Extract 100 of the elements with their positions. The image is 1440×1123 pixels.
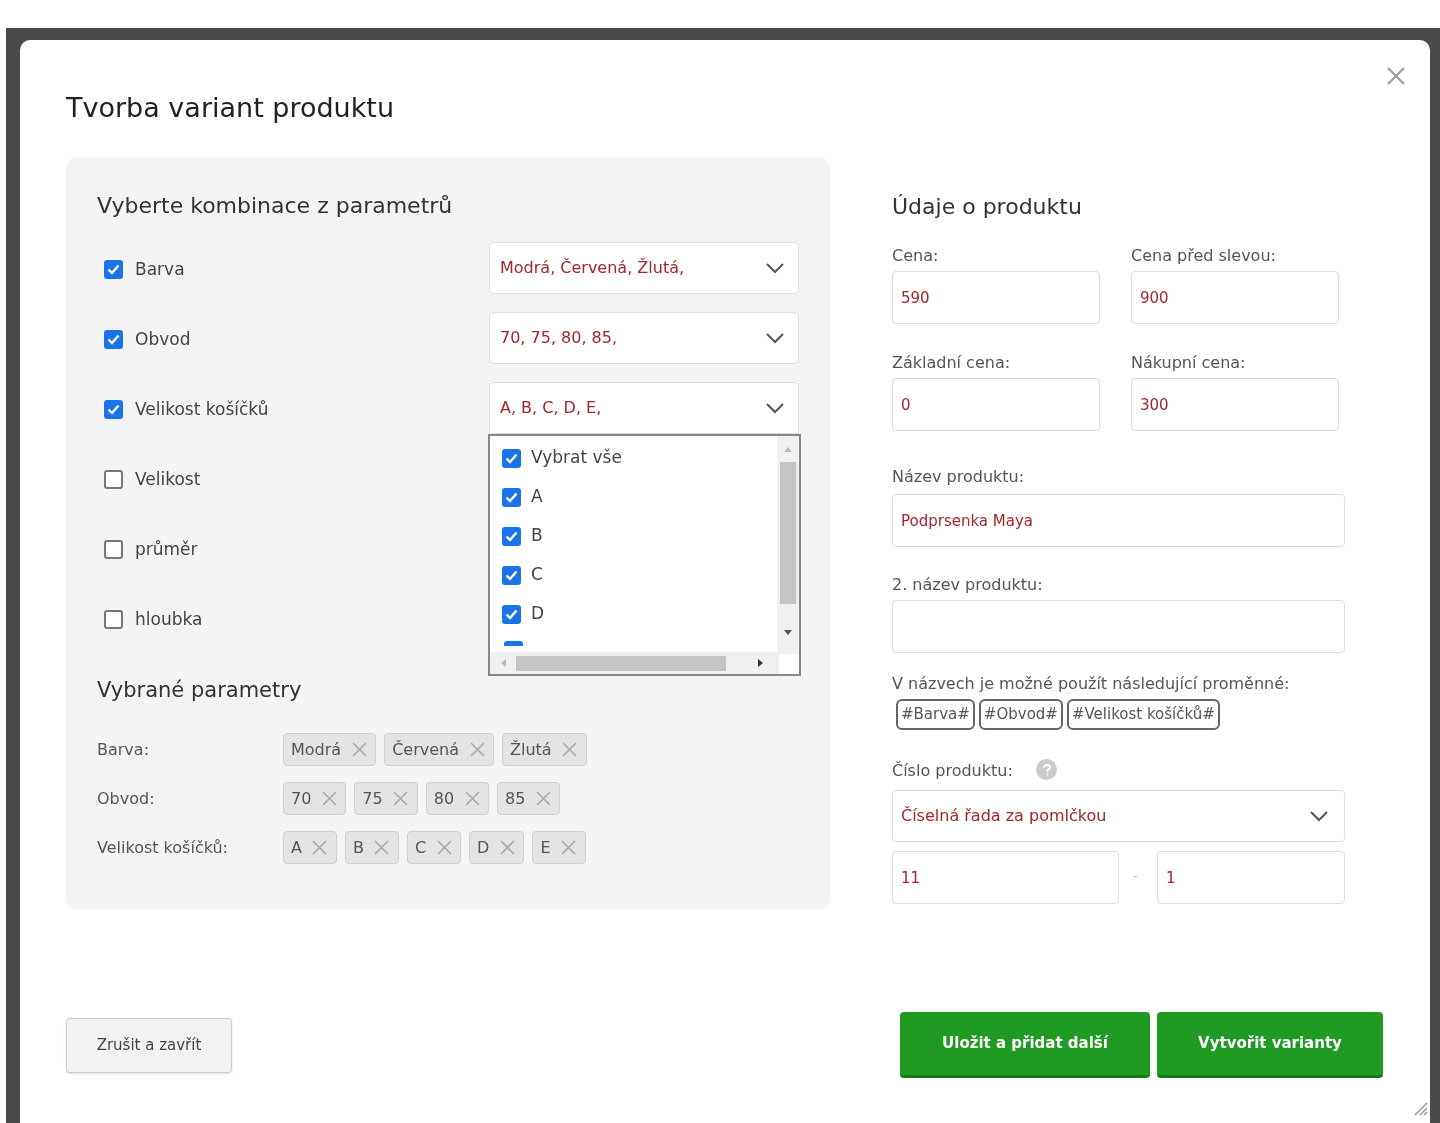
dropdown-item[interactable]: C (502, 563, 622, 587)
select-value: Číselná řada za pomlčkou (901, 805, 1107, 827)
tag-label: D (477, 836, 490, 859)
remove-button[interactable] (373, 839, 390, 856)
remove-button[interactable] (392, 790, 409, 807)
input-field[interactable]: 1 (1157, 851, 1345, 904)
resize-handle[interactable] (1412, 1100, 1428, 1116)
tag-label: Červená (392, 738, 459, 761)
chevron-down-icon (766, 262, 784, 274)
input-field[interactable] (892, 600, 1345, 653)
remove-button[interactable] (436, 839, 453, 856)
tag-label: 80 (433, 787, 455, 810)
dropdown-item[interactable]: D (502, 602, 622, 626)
checkbox[interactable] (502, 526, 521, 546)
remove-button[interactable] (321, 790, 338, 807)
field-label: Název produktu: (892, 466, 1025, 488)
select-field[interactable]: Číselná řada za pomlčkou (892, 790, 1345, 842)
parameter-label: Barva (135, 258, 185, 281)
cancel-button[interactable]: Zrušit a zavřít (66, 1018, 232, 1073)
tag-label: A (291, 836, 302, 859)
close-icon (393, 791, 409, 806)
section-heading: Údaje o produktu (892, 193, 1082, 221)
input-field[interactable]: 900 (1131, 271, 1339, 324)
tag-label: 70 (291, 787, 312, 810)
parameter-label: Velikost (135, 468, 201, 491)
variable-chip[interactable]: #Barva# (896, 699, 975, 730)
field-label: Nákupní cena: (1131, 352, 1246, 374)
field-label: 2. název produktu: (892, 574, 1043, 596)
checkbox[interactable] (502, 487, 521, 507)
help-icon[interactable] (1036, 759, 1057, 780)
select-field[interactable]: A, B, C, D, E, (489, 382, 799, 434)
tag-label: C (414, 836, 427, 859)
close-icon (535, 791, 551, 806)
separator-text: - (1133, 867, 1138, 885)
parameter-label: Velikost košíčků (135, 398, 269, 421)
tag-label: B (352, 836, 364, 859)
parameter-label: Velikost košíčků: (97, 837, 228, 859)
remove-button[interactable] (499, 839, 516, 856)
remove-button[interactable] (351, 741, 368, 758)
parameter-label: průměr (135, 538, 198, 561)
parameter-label: hloubka (135, 608, 203, 631)
close-icon (374, 840, 390, 855)
dropdown-item[interactable]: A (502, 485, 622, 509)
section-heading: Vyberte kombinace z parametrů (97, 192, 453, 220)
dropdown-item[interactable]: Vybrat vše (502, 446, 622, 470)
create-button[interactable]: Vytvořit varianty (1157, 1012, 1383, 1078)
select-field[interactable]: Modrá, Červená, Žlutá, (489, 242, 799, 294)
tag-label: 75 (362, 787, 383, 810)
input-field[interactable]: 11 (892, 851, 1119, 904)
select-field[interactable]: 70, 75, 80, 85, (489, 312, 799, 364)
checkbox[interactable] (502, 604, 521, 624)
remove-button[interactable] (560, 839, 577, 856)
remove-button[interactable] (535, 790, 552, 807)
remove-button[interactable] (561, 741, 578, 758)
close-icon (464, 791, 480, 806)
close-icon (436, 840, 452, 855)
close-icon (321, 791, 337, 806)
input-field[interactable]: 0 (892, 378, 1100, 431)
dialog-title: Tvorba variant produktu (66, 91, 395, 125)
field-label: Základní cena: (892, 352, 1011, 374)
vertical-scrollbar[interactable] (777, 436, 799, 654)
close-icon (561, 840, 577, 855)
select-value: A, B, C, D, E, (500, 397, 602, 419)
checkbox[interactable] (104, 400, 123, 420)
save-button[interactable]: Uložit a přidat další (900, 1012, 1150, 1078)
select-value: 70, 75, 80, 85, (500, 327, 618, 349)
checkbox[interactable] (104, 260, 123, 280)
checkbox[interactable] (504, 641, 523, 646)
input-field[interactable]: Podprsenka Maya (892, 494, 1345, 547)
checkbox[interactable] (502, 448, 521, 468)
chevron-down-icon (766, 332, 784, 344)
tag-label: Žlutá (510, 738, 552, 761)
horizontal-scrollbar[interactable] (490, 652, 779, 674)
tag-label: 85 (505, 787, 526, 810)
chevron-down-icon (766, 402, 784, 414)
hint-text: V názvech je možné použít následující proměnné: (892, 673, 1290, 695)
close-icon (312, 840, 328, 855)
field-label: Cena: (892, 245, 939, 267)
close-icon (469, 742, 485, 757)
remove-button[interactable] (464, 790, 481, 807)
parameter-label: Barva: (97, 739, 150, 761)
select-value: Modrá, Červená, Žlutá, (500, 257, 685, 279)
parameter-label: Obvod: (97, 788, 155, 810)
close-icon (351, 742, 367, 757)
remove-button[interactable] (469, 741, 485, 758)
input-field[interactable]: 590 (892, 271, 1100, 324)
variable-chip[interactable]: #Velikost košíčků# (1066, 699, 1220, 730)
checkbox[interactable] (104, 330, 123, 350)
field-label: Číslo produktu: (892, 760, 1013, 782)
close-icon (499, 840, 515, 855)
checkbox[interactable] (104, 470, 123, 490)
input-field[interactable]: 300 (1131, 378, 1339, 431)
checkbox[interactable] (104, 610, 123, 630)
tag-label: E (540, 836, 551, 859)
field-label: Cena před slevou: (1131, 245, 1276, 267)
remove-button[interactable] (311, 839, 328, 856)
checkbox[interactable] (502, 565, 521, 585)
checkbox[interactable] (104, 540, 123, 560)
dropdown-item[interactable]: B (502, 524, 622, 548)
variable-chip[interactable]: #Obvod# (978, 699, 1063, 730)
